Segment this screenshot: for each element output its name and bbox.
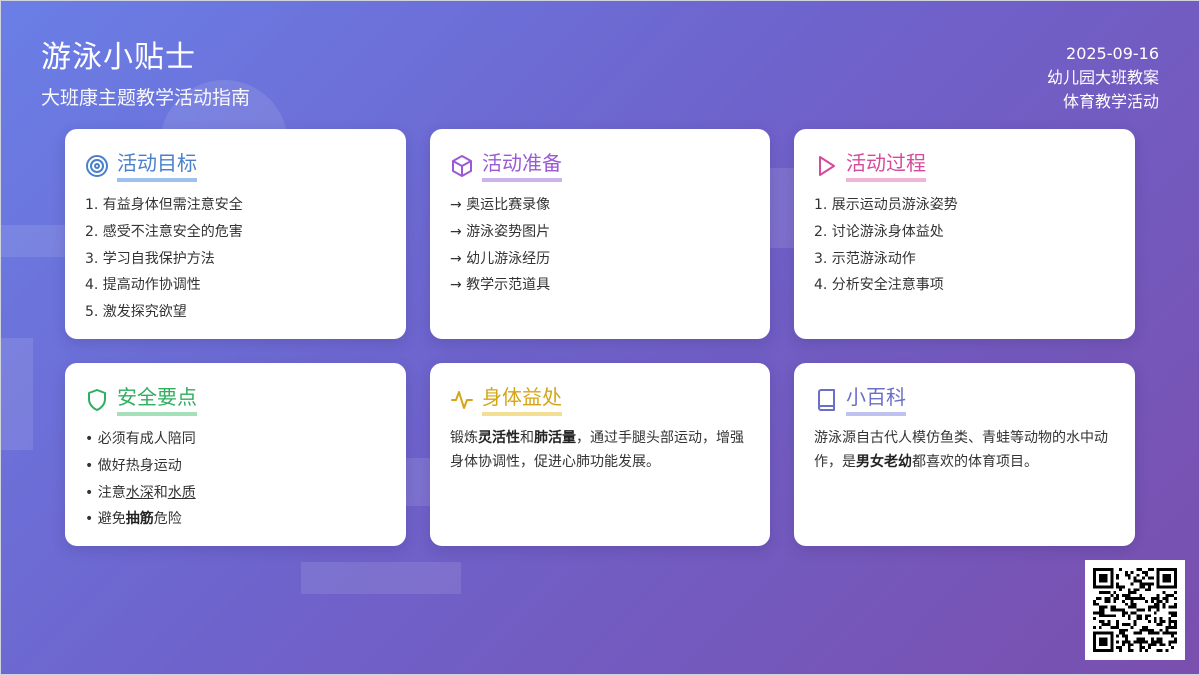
card-header: 活动目标 xyxy=(85,149,386,182)
list-item: 2. 讨论游泳身体益处 xyxy=(814,223,944,240)
course-label: 幼儿园大班教案 xyxy=(1046,68,1159,87)
card-title: 活动过程 xyxy=(846,149,926,182)
text-segment: 都喜欢的体育项目。 xyxy=(912,454,1038,470)
safety-list: • 必须有成人陪同 • 做好热身运动 • 注意水深和水质 • 避免抽筋危险 xyxy=(85,426,386,533)
pulse-icon xyxy=(451,390,473,409)
header: 游泳小贴士 大班康主题教学活动指南 xyxy=(41,38,250,112)
list-item: → 游泳姿势图片 xyxy=(450,223,551,240)
list-item: 1. 有益身体但需注意安全 xyxy=(85,197,243,213)
text-segment: 和 xyxy=(153,484,168,501)
card-safety: 安全要点 • 必须有成人陪同 • 做好热身运动 • 注意水深和水质 • 避免抽筋… xyxy=(65,363,406,546)
background-band xyxy=(0,225,70,257)
card-benefits: 身体益处 锻炼灵活性和肺活量，通过手腿头部运动，增强身体协调性，促进心肺功能发展… xyxy=(430,363,770,546)
bold-term: 抽筋 xyxy=(125,511,154,528)
card-header: 小百科 xyxy=(814,383,1115,416)
list-item: • 避免抽筋危险 xyxy=(85,506,386,533)
list-item: → 奥运比赛录像 xyxy=(450,197,551,213)
text-segment: • 避免 xyxy=(85,511,126,528)
background-band xyxy=(0,338,33,450)
card-goals: 活动目标 1. 有益身体但需注意安全 2. 感受不注意安全的危害 3. 学习自我… xyxy=(65,129,406,339)
card-header: 身体益处 xyxy=(450,383,750,416)
benefits-text: 锻炼灵活性和肺活量，通过手腿头部运动，增强身体协调性，促进心肺功能发展。 xyxy=(450,426,750,474)
goals-list: 1. 有益身体但需注意安全 2. 感受不注意安全的危害 3. 学习自我保护方法 … xyxy=(85,192,386,326)
date-label: 2025-09-16 xyxy=(1066,44,1159,63)
card-process: 活动过程 1. 展示运动员游泳姿势 2. 讨论游泳身体益处 3. 示范游泳动作 … xyxy=(794,129,1135,339)
text-segment: 锻炼 xyxy=(450,430,478,446)
page-subtitle: 大班康主题教学活动指南 xyxy=(41,87,251,109)
preparation-list: → 奥运比赛录像 → 游泳姿势图片 → 幼儿游泳经历 → 教学示范道具 xyxy=(450,192,750,299)
list-item: 4. 分析安全注意事项 xyxy=(814,277,944,294)
background-band xyxy=(301,562,461,594)
card-title: 身体益处 xyxy=(482,383,562,416)
list-item: 2. 感受不注意安全的危害 xyxy=(85,223,243,240)
list-item: • 做好热身运动 xyxy=(85,457,182,474)
category-label: 体育教学活动 xyxy=(1062,92,1159,111)
shield-icon xyxy=(88,388,106,411)
text-segment: • 注意 xyxy=(85,484,126,501)
list-item: → 教学示范道具 xyxy=(450,277,551,294)
list-item: 4. 提高动作协调性 xyxy=(85,277,201,294)
bold-term: 男女老幼 xyxy=(856,454,912,470)
encyclopedia-text: 游泳源自古代人模仿鱼类、青蛙等动物的水中动作，是男女老幼都喜欢的体育项目。 xyxy=(814,426,1115,474)
list-item: 3. 学习自我保护方法 xyxy=(85,250,215,267)
qr-code-icon xyxy=(1093,568,1177,652)
list-item: 5. 激发探究欲望 xyxy=(85,304,187,321)
card-header: 活动准备 xyxy=(450,149,750,182)
list-item: 1. 展示运动员游泳姿势 xyxy=(814,197,958,213)
bold-term: 灵活性 xyxy=(478,430,520,446)
list-item: • 必须有成人陪同 xyxy=(85,431,196,447)
text-segment: 危险 xyxy=(153,511,182,528)
card-title: 活动目标 xyxy=(117,149,197,182)
header-meta: 2025-09-16 幼儿园大班教案 体育教学活动 xyxy=(1047,42,1159,114)
bold-term: 肺活量 xyxy=(534,430,576,446)
card-encyclopedia: 小百科 游泳源自古代人模仿鱼类、青蛙等动物的水中动作，是男女老幼都喜欢的体育项目… xyxy=(794,363,1135,546)
card-title: 活动准备 xyxy=(482,149,562,182)
card-header: 安全要点 xyxy=(85,383,386,416)
play-icon xyxy=(819,155,835,176)
process-list: 1. 展示运动员游泳姿势 2. 讨论游泳身体益处 3. 示范游泳动作 4. 分析… xyxy=(814,192,1115,299)
card-title: 安全要点 xyxy=(117,383,197,416)
book-icon xyxy=(818,388,835,411)
card-header: 活动过程 xyxy=(814,149,1115,182)
list-item: • 注意水深和水质 xyxy=(85,480,386,507)
list-item: → 幼儿游泳经历 xyxy=(450,250,551,267)
page-title: 游泳小贴士 xyxy=(41,40,196,75)
qr-code xyxy=(1085,560,1185,660)
box-icon xyxy=(452,154,472,177)
underlined-term: 水质 xyxy=(167,484,196,501)
text-segment: 和 xyxy=(520,430,534,446)
target-icon xyxy=(86,154,108,177)
card-title: 小百科 xyxy=(846,383,906,416)
underlined-term: 水深 xyxy=(125,484,154,501)
card-preparation: 活动准备 → 奥运比赛录像 → 游泳姿势图片 → 幼儿游泳经历 → 教学示范道具 xyxy=(430,129,770,339)
list-item: 3. 示范游泳动作 xyxy=(814,250,916,267)
